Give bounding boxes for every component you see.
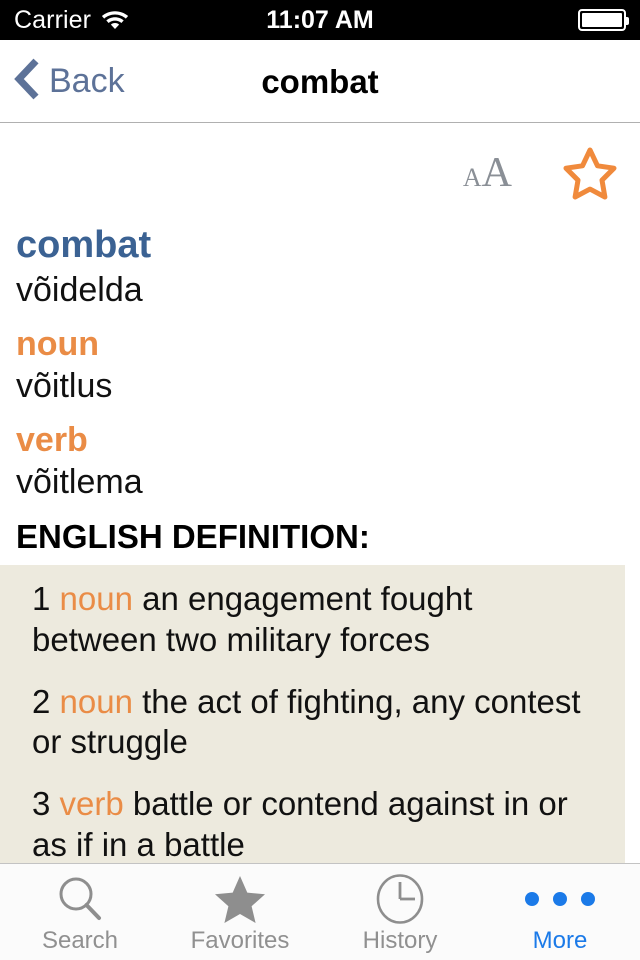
text-size-icon[interactable]: A A xyxy=(463,152,512,194)
tab-label-favorites: Favorites xyxy=(190,927,290,954)
definition-number: 2 xyxy=(32,682,51,720)
magnifier-icon xyxy=(55,875,105,923)
status-bar: Carrier 11:07 AM xyxy=(0,0,640,40)
definition-pos: noun xyxy=(59,580,133,618)
tab-favorites[interactable]: Favorites xyxy=(160,864,320,960)
entry-pos-verb: verb xyxy=(16,421,88,460)
text-size-small-a: A xyxy=(462,163,482,192)
entry-translation-noun: võitlus xyxy=(16,367,113,406)
definition-item: 3 verb battle or contend against in or a… xyxy=(0,784,625,863)
wifi-icon xyxy=(100,7,130,34)
definition-item: 1 noun an engagement fought between two … xyxy=(0,579,625,660)
tab-search[interactable]: Search xyxy=(0,864,160,960)
ellipsis-icon xyxy=(525,875,595,923)
status-bar-right xyxy=(578,9,629,31)
star-filled-icon xyxy=(214,875,266,923)
chevron-left-icon xyxy=(14,57,40,106)
entry-content: combat võidelda noun võitlus verb võitle… xyxy=(0,223,640,863)
definition-pos: noun xyxy=(59,682,133,720)
status-bar-left: Carrier xyxy=(14,6,130,34)
definition-number: 3 xyxy=(32,785,51,823)
tab-bar: Search Favorites History More xyxy=(0,863,640,960)
entry-headword-translation: võidelda xyxy=(16,270,143,309)
tab-history[interactable]: History xyxy=(320,864,480,960)
english-definition-heading: ENGLISH DEFINITION: xyxy=(16,518,370,556)
entry-translations: combat võidelda noun võitlus verb võitle… xyxy=(0,223,640,502)
nav-bar: Back combat xyxy=(0,40,640,123)
tab-more[interactable]: More xyxy=(480,864,640,960)
tab-label-history: History xyxy=(362,927,438,954)
tab-label-more: More xyxy=(532,927,588,954)
back-button[interactable]: Back xyxy=(0,57,125,106)
text-size-large-a: A xyxy=(481,150,512,196)
entry-toolbar: A A xyxy=(0,123,640,223)
tab-label-search: Search xyxy=(41,927,119,954)
clock-icon xyxy=(375,874,425,924)
star-outline-icon[interactable] xyxy=(562,146,618,200)
entry-translation-verb: võitlema xyxy=(16,463,143,502)
carrier-label: Carrier xyxy=(14,5,92,34)
definition-number: 1 xyxy=(32,580,51,618)
app-screen: Carrier 11:07 AM Back combat A A combat … xyxy=(0,0,640,960)
definition-item: 2 noun the act of fighting, any contest … xyxy=(0,682,625,763)
definition-list: 1 noun an engagement fought between two … xyxy=(0,565,625,863)
back-button-label: Back xyxy=(49,62,125,100)
battery-full-icon xyxy=(578,9,629,31)
entry-headword: combat xyxy=(16,224,152,266)
definition-pos: verb xyxy=(59,785,124,823)
entry-pos-noun: noun xyxy=(16,324,100,363)
